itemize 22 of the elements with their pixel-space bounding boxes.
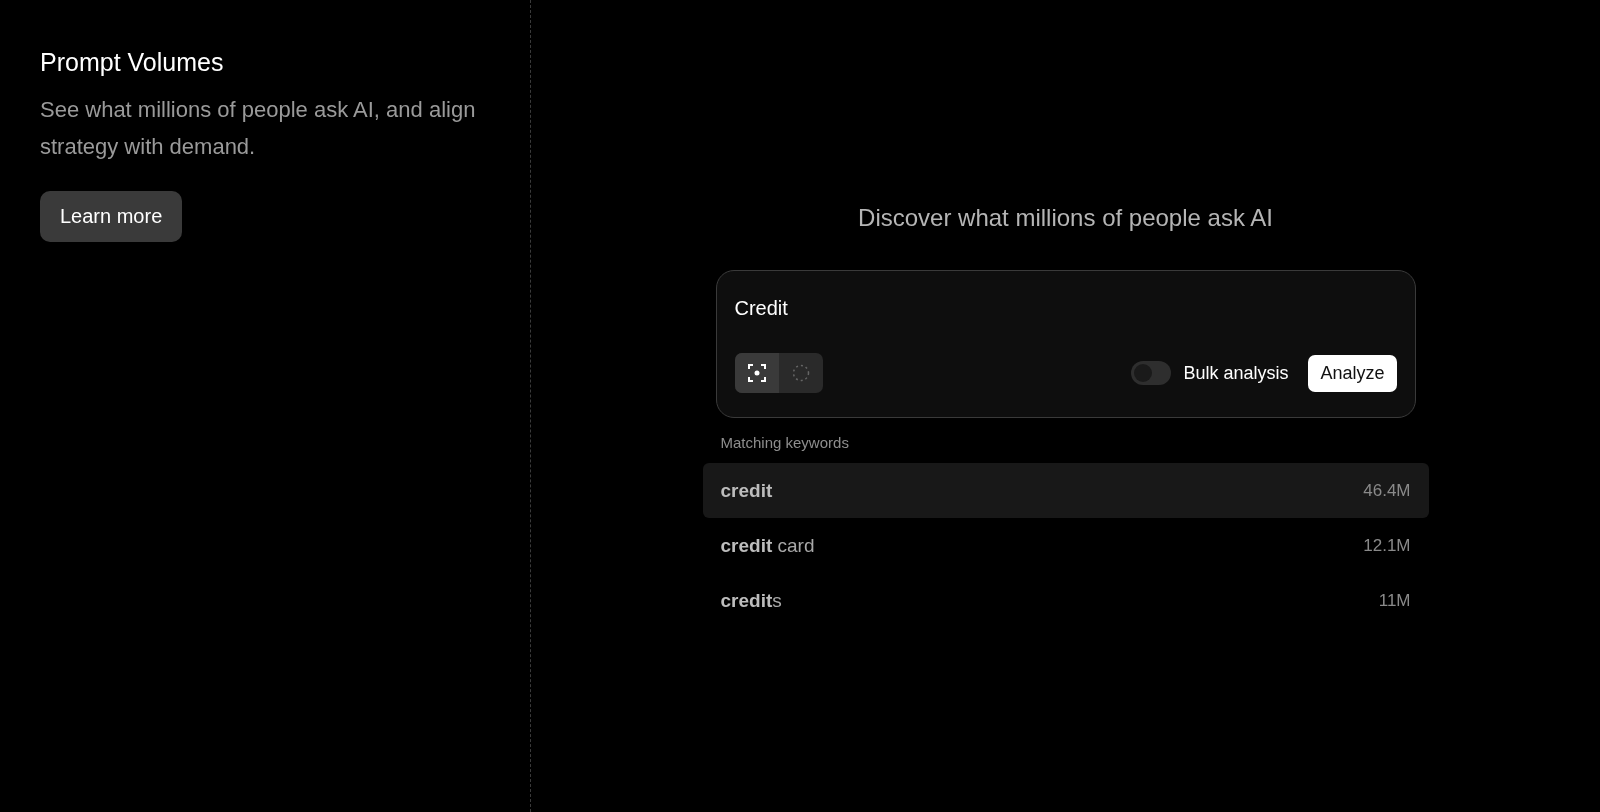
section-title: Prompt Volumes [40, 48, 224, 77]
list-title: Matching keywords [720, 434, 850, 451]
analyze-button[interactable]: Analyze [1308, 354, 1397, 392]
keyword-row[interactable]: credit 46.4M [702, 463, 1429, 518]
keyword-volume: 12.1M [1363, 535, 1411, 556]
search-box[interactable]: Credit Bulk analysis Analyze [715, 270, 1416, 418]
keyword-term: credit card [720, 534, 815, 557]
learn-more-button[interactable]: Learn more [40, 191, 183, 242]
keyword-volume: 46.4M [1363, 480, 1411, 501]
keyword-term: credit [720, 479, 773, 502]
toggle-switch[interactable] [1131, 361, 1172, 385]
keyword-term: credits [720, 589, 782, 612]
toggle-label: Bulk analysis [1183, 362, 1289, 384]
search-input[interactable]: Credit [734, 297, 1397, 320]
focus-icon [747, 364, 766, 382]
section-description: See what millions of people ask AI, and align strategy with demand. [40, 96, 477, 161]
keyword-row[interactable]: credit card 12.1M [702, 518, 1429, 573]
keyword-volume: 11M [1378, 590, 1411, 611]
mode-button[interactable] [734, 353, 779, 393]
keyword-row[interactable]: credits 11M [702, 573, 1429, 628]
page-heading: Discover what millions of people ask AI [858, 204, 1273, 232]
dotted-circle-icon [791, 364, 810, 382]
